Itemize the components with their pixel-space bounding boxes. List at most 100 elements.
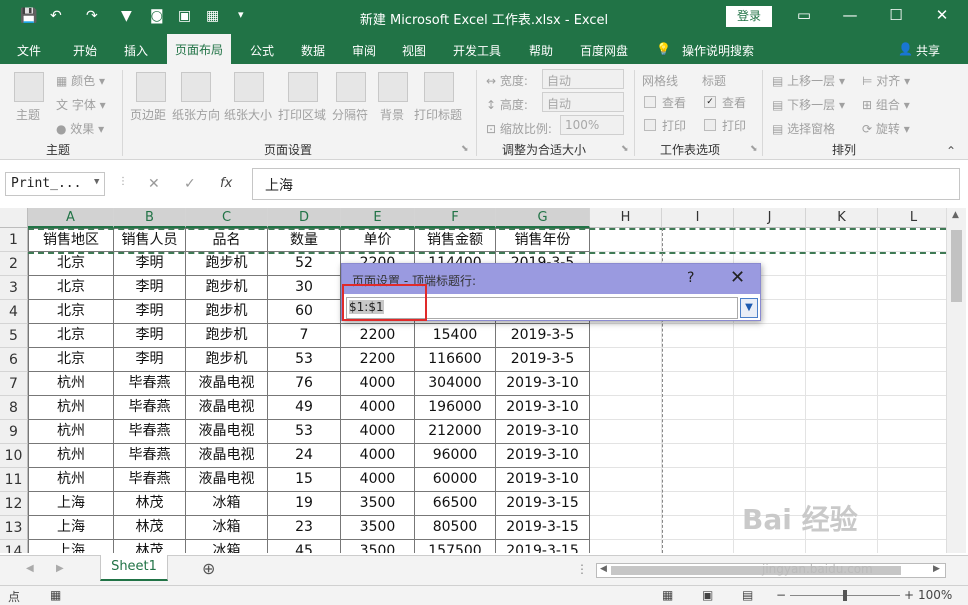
size-button[interactable]: 纸张大小: [224, 106, 272, 123]
table-cell[interactable]: 李明: [114, 252, 186, 276]
table-cell[interactable]: 4000: [341, 420, 415, 444]
table-cell[interactable]: 157500: [415, 540, 496, 553]
table-cell[interactable]: 52: [268, 252, 341, 276]
column-header[interactable]: I: [662, 208, 734, 228]
table-cell[interactable]: 杭州: [28, 420, 114, 444]
page-layout-view-icon[interactable]: ▣: [702, 588, 713, 602]
table-cell[interactable]: 116600: [415, 348, 496, 372]
table-cell[interactable]: 7: [268, 324, 341, 348]
table-cell[interactable]: 2019-3-10: [496, 396, 590, 420]
table-cell[interactable]: 2019-3-5: [496, 324, 590, 348]
table-cell[interactable]: 53: [268, 348, 341, 372]
table-cell[interactable]: 30: [268, 276, 341, 300]
column-header[interactable]: A: [28, 208, 114, 228]
column-header[interactable]: D: [268, 208, 341, 228]
table-cell[interactable]: 李明: [114, 276, 186, 300]
tab-formulas[interactable]: 公式: [250, 42, 274, 59]
insert-function-button[interactable]: fx: [220, 176, 232, 191]
send-backward-button[interactable]: ▤ 下移一层 ▾: [772, 96, 845, 113]
table-cell[interactable]: 液晶电视: [186, 420, 268, 444]
table-cell[interactable]: 液晶电视: [186, 396, 268, 420]
table-cell[interactable]: 跑步机: [186, 276, 268, 300]
header-cell[interactable]: 销售人员: [114, 228, 186, 252]
table-cell[interactable]: 北京: [28, 252, 114, 276]
row-header[interactable]: 5: [0, 324, 28, 348]
table-cell[interactable]: 李明: [114, 324, 186, 348]
table-cell[interactable]: 80500: [415, 516, 496, 540]
help-button[interactable]: ?: [687, 270, 694, 286]
table-cell[interactable]: 60000: [415, 468, 496, 492]
colors-button[interactable]: ▦ 颜色 ▾: [56, 72, 105, 89]
effects-button[interactable]: ● 效果 ▾: [56, 120, 104, 137]
table-cell[interactable]: 3500: [341, 540, 415, 553]
table-cell[interactable]: 60: [268, 300, 341, 324]
column-header[interactable]: C: [186, 208, 268, 228]
print-titles-icon[interactable]: [424, 72, 454, 102]
table-cell[interactable]: 跑步机: [186, 300, 268, 324]
row-header[interactable]: 8: [0, 396, 28, 420]
header-cell[interactable]: 品名: [186, 228, 268, 252]
table-cell[interactable]: 2019-3-10: [496, 420, 590, 444]
table-cell[interactable]: 4000: [341, 468, 415, 492]
table-cell[interactable]: 2019-3-15: [496, 540, 590, 553]
zoom-slider-thumb[interactable]: [843, 590, 847, 601]
column-header[interactable]: L: [878, 208, 950, 228]
table-cell[interactable]: 北京: [28, 300, 114, 324]
page-break-view-icon[interactable]: ▤: [742, 588, 753, 602]
table-cell[interactable]: 林茂: [114, 516, 186, 540]
table-cell[interactable]: 杭州: [28, 396, 114, 420]
themes-button[interactable]: 主题: [16, 106, 40, 123]
table-cell[interactable]: 上海: [28, 492, 114, 516]
table-cell[interactable]: 冰箱: [186, 516, 268, 540]
row-header[interactable]: 14: [0, 540, 28, 553]
column-header[interactable]: E: [341, 208, 415, 228]
table-cell[interactable]: 196000: [415, 396, 496, 420]
table-cell[interactable]: 跑步机: [186, 348, 268, 372]
table-cell[interactable]: 林茂: [114, 540, 186, 553]
tab-help[interactable]: 帮助: [529, 42, 553, 59]
table-cell[interactable]: 北京: [28, 324, 114, 348]
orientation-icon[interactable]: [181, 72, 211, 102]
table-cell[interactable]: 液晶电视: [186, 444, 268, 468]
table-cell[interactable]: 毕春燕: [114, 396, 186, 420]
table-cell[interactable]: 李明: [114, 300, 186, 324]
print-area-button[interactable]: 打印区域: [278, 106, 326, 123]
scroll-up-icon[interactable]: ▲: [952, 210, 959, 220]
dialog-close-button[interactable]: ✕: [730, 267, 745, 288]
column-header[interactable]: G: [496, 208, 590, 228]
collapse-ribbon-icon[interactable]: ⌃: [946, 144, 956, 158]
table-cell[interactable]: 上海: [28, 516, 114, 540]
column-header[interactable]: H: [590, 208, 662, 228]
row-header[interactable]: 11: [0, 468, 28, 492]
table-cell[interactable]: 49: [268, 396, 341, 420]
table-cell[interactable]: 李明: [114, 348, 186, 372]
row-header[interactable]: 4: [0, 300, 28, 324]
table-cell[interactable]: 北京: [28, 348, 114, 372]
tell-me-search[interactable]: 操作说明搜索: [682, 42, 754, 59]
width-select[interactable]: 自动: [542, 69, 624, 89]
cancel-icon[interactable]: ✕: [148, 176, 160, 192]
table-cell[interactable]: 毕春燕: [114, 444, 186, 468]
tab-home[interactable]: 开始: [73, 42, 97, 59]
tab-insert[interactable]: 插入: [124, 42, 148, 59]
tab-view[interactable]: 视图: [402, 42, 426, 59]
table-cell[interactable]: 4000: [341, 372, 415, 396]
bring-forward-button[interactable]: ▤ 上移一层 ▾: [772, 72, 845, 89]
vertical-scrollbar[interactable]: ▲: [946, 208, 966, 553]
tab-developer[interactable]: 开发工具: [453, 42, 501, 59]
table-cell[interactable]: 96000: [415, 444, 496, 468]
table-cell[interactable]: 4000: [341, 444, 415, 468]
column-header[interactable]: J: [734, 208, 806, 228]
table-cell[interactable]: 林茂: [114, 492, 186, 516]
table-cell[interactable]: 2200: [341, 324, 415, 348]
minimize-icon[interactable]: —: [838, 6, 862, 24]
enter-icon[interactable]: ✓: [184, 176, 196, 192]
zoom-level[interactable]: 100%: [918, 588, 952, 602]
tab-review[interactable]: 审阅: [352, 42, 376, 59]
row-header[interactable]: 13: [0, 516, 28, 540]
select-all-corner[interactable]: [0, 208, 28, 228]
share-button[interactable]: 共享: [916, 42, 940, 59]
table-cell[interactable]: 杭州: [28, 372, 114, 396]
background-button[interactable]: 背景: [380, 106, 404, 123]
table-cell[interactable]: 24: [268, 444, 341, 468]
